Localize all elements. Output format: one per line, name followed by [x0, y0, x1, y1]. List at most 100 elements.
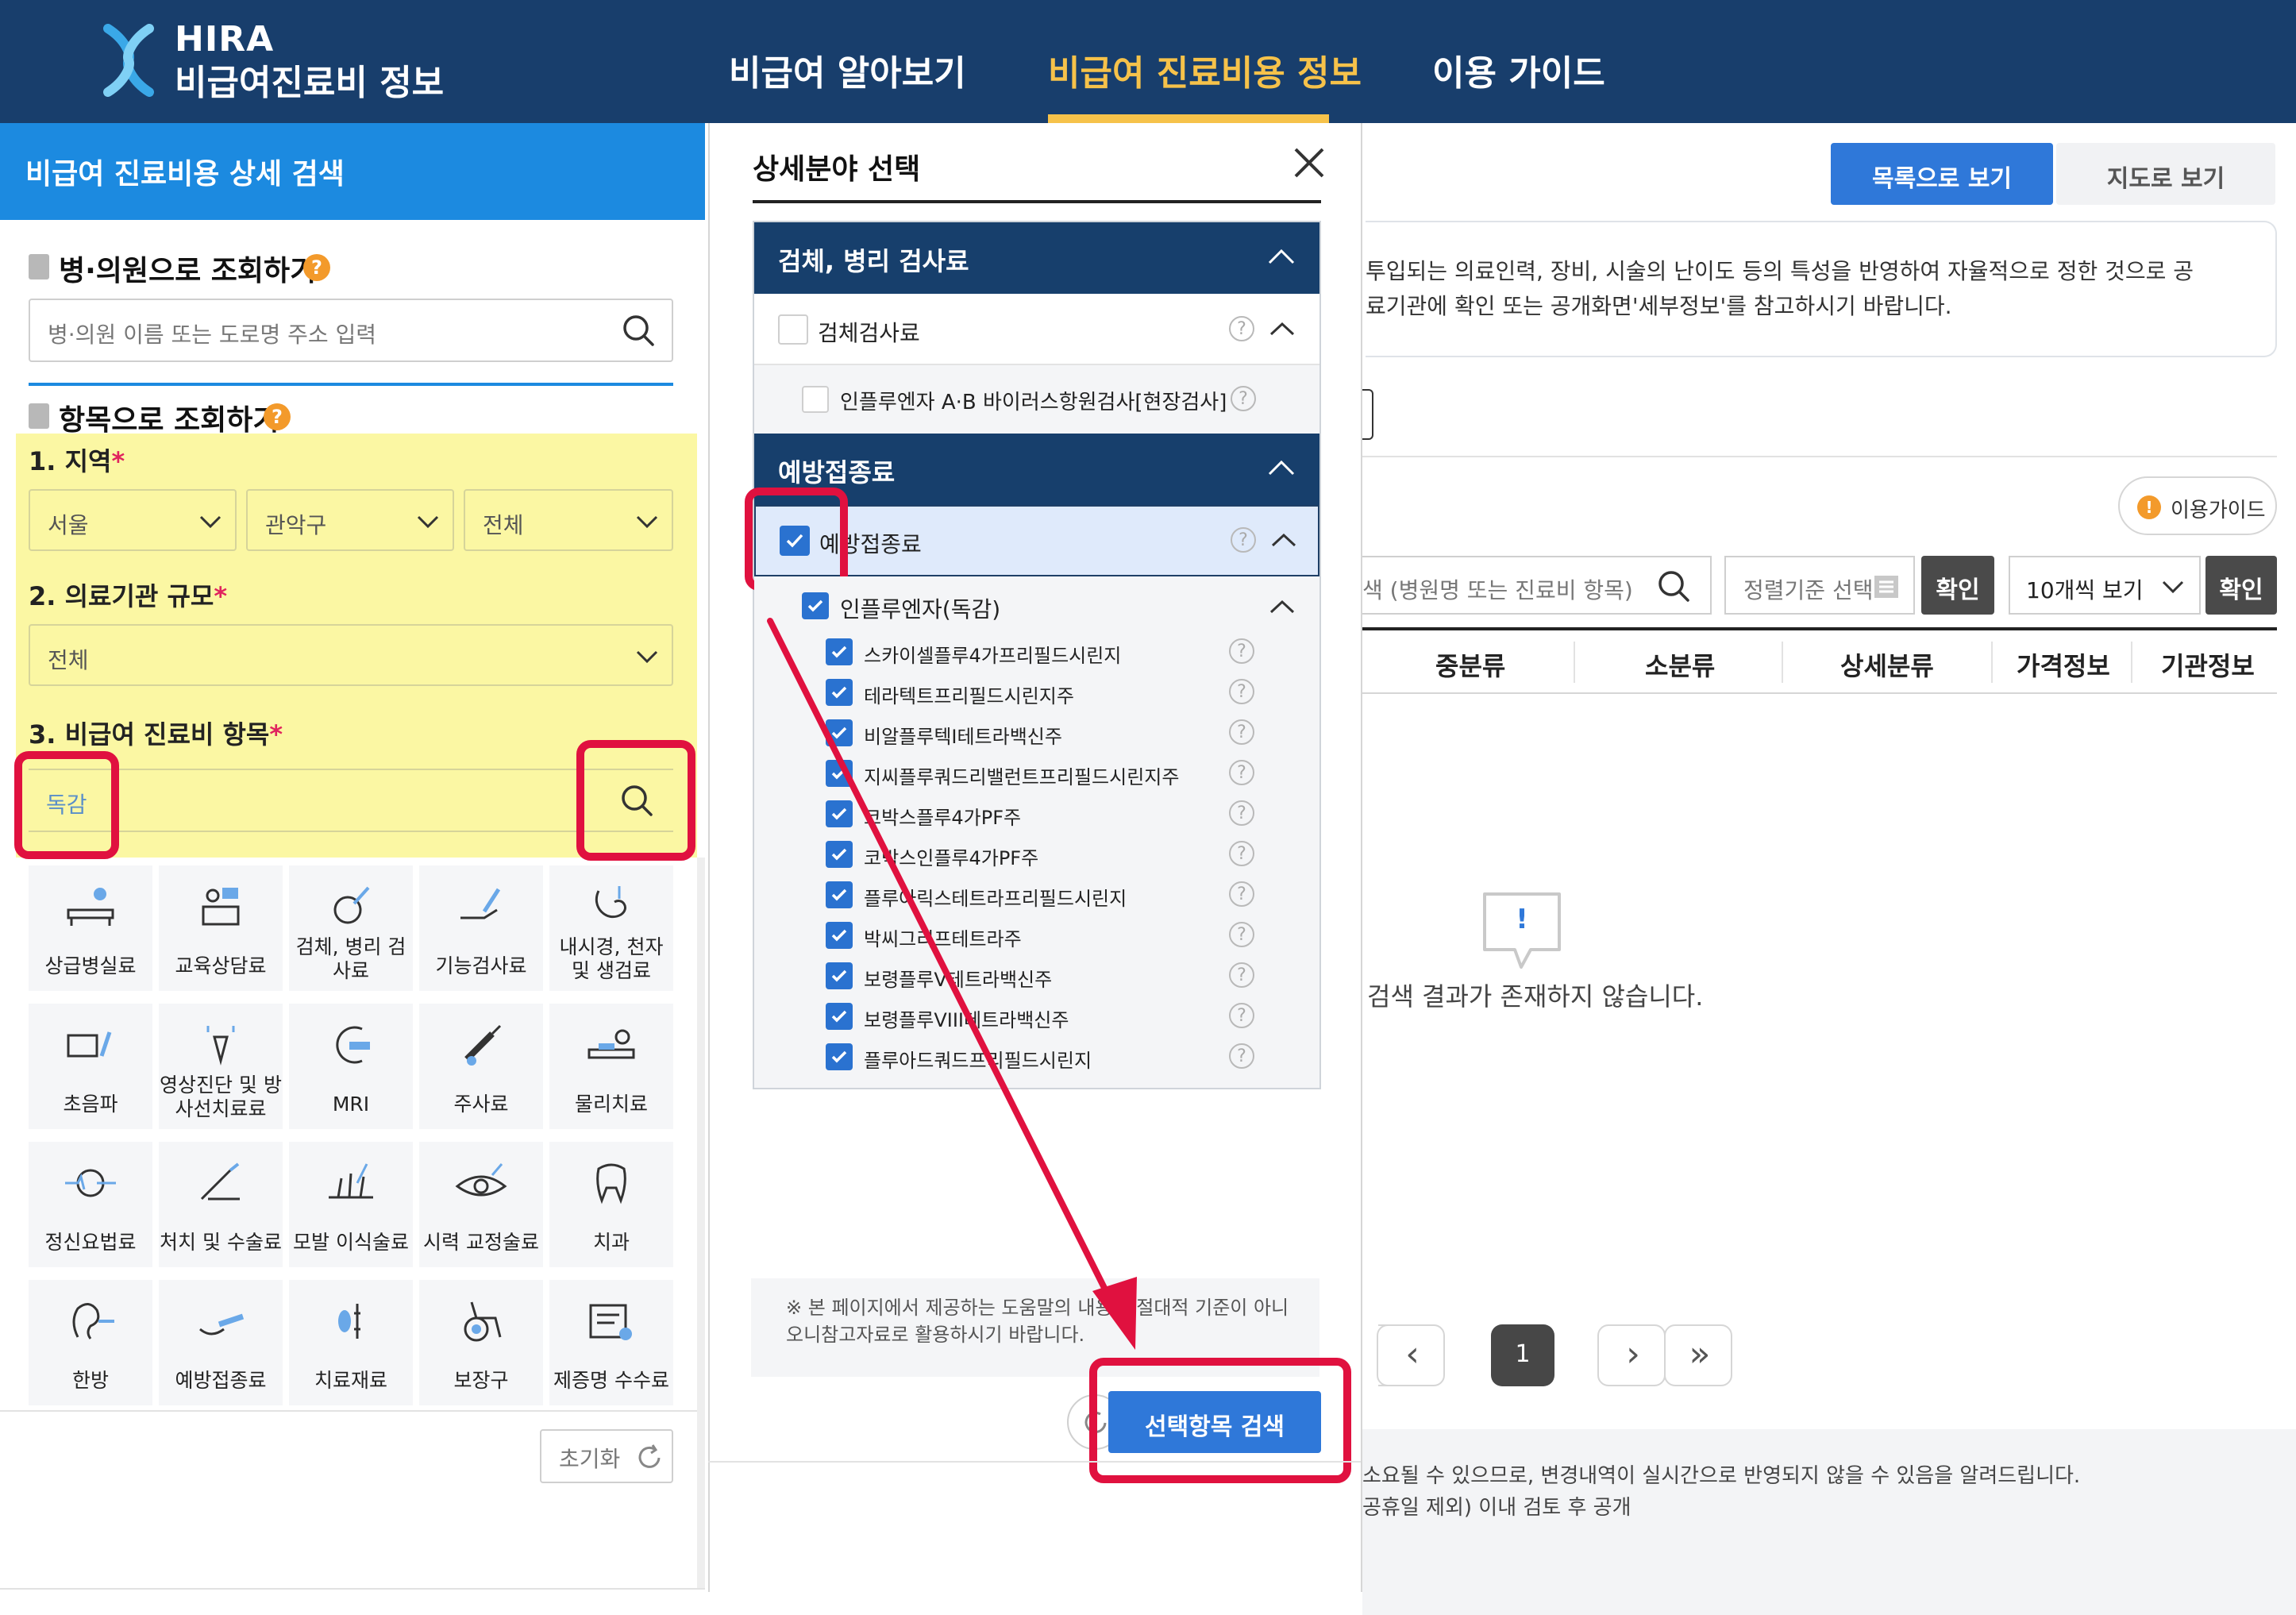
checkbox-vaccine-product[interactable]: [826, 760, 853, 787]
modal-footer-divider: [708, 1461, 1362, 1463]
help-icon[interactable]: ?: [1229, 922, 1254, 947]
category-function[interactable]: 기능검사료: [419, 865, 543, 991]
page-1-button[interactable]: 1: [1491, 1324, 1554, 1386]
hospital-search-input[interactable]: 병·의원 이름 또는 도로명 주소 입력: [29, 299, 673, 362]
help-icon[interactable]: ?: [1229, 719, 1254, 745]
category-ultrasound[interactable]: 초음파: [29, 1004, 152, 1129]
nav-usage-guide[interactable]: 이용 가이드: [1432, 44, 1605, 95]
category-eye[interactable]: 시력 교정술료: [419, 1142, 543, 1267]
checkbox-vaccine-product[interactable]: [826, 800, 853, 827]
search-icon[interactable]: [1656, 569, 1691, 603]
category-psycho[interactable]: 정신요법료: [29, 1142, 152, 1267]
logo-text-title[interactable]: 비급여진료비 정보: [175, 54, 444, 105]
help-icon[interactable]: ?: [1229, 760, 1254, 785]
next-page-button[interactable]: ›: [1597, 1324, 1666, 1386]
view-list-button[interactable]: 목록으로 보기: [1831, 143, 2053, 205]
vaccine-child-row[interactable]: 플루아드쿼드프리필드시린지?: [754, 1039, 1319, 1075]
vaccine-child-row[interactable]: 플루아릭스테트라프리필드시린지?: [754, 877, 1319, 913]
category-endoscope[interactable]: 내시경, 천자 및 생검료: [549, 865, 673, 991]
checkbox-vaccine-product[interactable]: [826, 1043, 853, 1070]
vaccine-child-row[interactable]: 보령플루VIII테트라백신주?: [754, 998, 1319, 1035]
help-icon[interactable]: ?: [1229, 841, 1254, 866]
chevron-up-icon[interactable]: [1270, 532, 1297, 548]
help-icon[interactable]: ?: [1229, 638, 1254, 664]
help-icon[interactable]: ?: [1229, 881, 1254, 907]
help-icon[interactable]: ?: [1229, 1043, 1254, 1069]
region-district-select[interactable]: 관악구: [246, 489, 454, 551]
sort-confirm-button[interactable]: 확인: [1921, 556, 1994, 615]
help-icon[interactable]: ?: [1229, 1003, 1254, 1028]
sort-select[interactable]: 정렬기준 선택: [1724, 556, 1915, 615]
checkbox-vaccine-product[interactable]: [826, 881, 853, 908]
vaccine-child-row[interactable]: 박씨그리프테트라주?: [754, 917, 1319, 954]
help-icon[interactable]: ?: [1231, 386, 1256, 411]
category-oriental[interactable]: 한방: [29, 1280, 152, 1405]
checkbox-vaccine-product[interactable]: [826, 922, 853, 949]
category-room[interactable]: 상급병실료: [29, 865, 152, 991]
info-notice-box: 투입되는 의료인력, 장비, 시술의 난이도 등의 특성을 반영하여 자율적으로…: [1366, 221, 2277, 357]
page-size-confirm-button[interactable]: 확인: [2205, 556, 2277, 615]
checkbox-specimen[interactable]: [778, 314, 808, 345]
vaccine-parent-row[interactable]: 인플루엔자(독감): [754, 588, 1319, 627]
facility-scale-select[interactable]: 전체: [29, 624, 673, 686]
chevron-up-icon[interactable]: [1269, 599, 1296, 615]
help-icon[interactable]: ?: [1231, 527, 1256, 553]
checkbox-vaccine-product[interactable]: [826, 679, 853, 706]
nav-noncovered-info[interactable]: 비급여 알아보기: [729, 44, 966, 95]
checkbox-influenza[interactable]: [802, 592, 829, 619]
usage-guide-button[interactable]: ! 이용가이드: [2118, 476, 2277, 535]
vaccine-child-row[interactable]: 스카이셀플루4가프리필드시린지?: [754, 634, 1319, 670]
search-icon[interactable]: [621, 313, 656, 348]
checkbox-vaccine-product[interactable]: [826, 719, 853, 746]
prev-page-button[interactable]: ‹: [1377, 1324, 1445, 1386]
checkbox-vaccine-product[interactable]: [826, 962, 853, 989]
category-injection[interactable]: 주사료: [419, 1004, 543, 1129]
vaccine-child-row[interactable]: 비알플루텍I테트라백신주?: [754, 715, 1319, 751]
detail-row[interactable]: 인플루엔자 A·B 바이러스항원검사[현장검사] ?: [754, 365, 1319, 434]
category-vaccine[interactable]: 예방접종료: [159, 1280, 283, 1405]
category-consult[interactable]: 교육상담료: [159, 865, 283, 991]
category-surgery[interactable]: 처치 및 수술료: [159, 1142, 283, 1267]
right-divider: [1362, 456, 2277, 457]
nav-noncovered-cost[interactable]: 비급여 진료비용 정보: [1048, 44, 1362, 95]
category-radiology[interactable]: 영상진단 및 방사선치료료: [159, 1004, 283, 1129]
region-dong-select[interactable]: 전체: [464, 489, 673, 551]
category-certificate[interactable]: 제증명 수수료: [549, 1280, 673, 1405]
category-assistive[interactable]: 보장구: [419, 1280, 543, 1405]
help-icon[interactable]: ?: [1229, 316, 1254, 341]
subcategory-row[interactable]: 검체검사료 ?: [754, 294, 1319, 365]
left-scrollbar[interactable]: [697, 858, 705, 1588]
vaccine-child-row[interactable]: 보령플루V테트라백신주?: [754, 958, 1319, 994]
vaccine-child-row[interactable]: 코박스플루4가PF주?: [754, 796, 1319, 832]
close-icon[interactable]: [1289, 143, 1329, 183]
category-header-specimen[interactable]: 검체, 병리 검사료: [754, 222, 1319, 294]
vaccine-child-row[interactable]: 테라텍트프리필드시린지주?: [754, 674, 1319, 711]
chevron-up-icon[interactable]: [1267, 248, 1296, 265]
keyword-search-input[interactable]: 색 (병원명 또는 진료비 항목): [1362, 556, 1712, 615]
last-page-button[interactable]: »: [1664, 1324, 1732, 1386]
help-icon[interactable]: ?: [303, 254, 330, 281]
hira-logo-icon: [103, 24, 154, 97]
checkbox-influenza-test[interactable]: [802, 386, 829, 413]
checkbox-vaccine-product[interactable]: [826, 841, 853, 868]
page-size-select[interactable]: 10개씩 보기: [2009, 556, 2201, 615]
vaccine-child-row[interactable]: 코박스인플루4가PF주?: [754, 836, 1319, 873]
chevron-up-icon[interactable]: [1267, 459, 1296, 476]
checkbox-vaccine-product[interactable]: [826, 638, 853, 665]
help-icon[interactable]: ?: [1229, 679, 1254, 704]
category-physio[interactable]: 물리치료: [549, 1004, 673, 1129]
checkbox-vaccine-product[interactable]: [826, 1003, 853, 1030]
help-icon[interactable]: ?: [1229, 962, 1254, 988]
category-dental[interactable]: 치과: [549, 1142, 673, 1267]
category-mri[interactable]: MRI: [289, 1004, 413, 1129]
help-icon[interactable]: ?: [264, 403, 291, 430]
category-specimen[interactable]: 검체, 병리 검사료: [289, 865, 413, 991]
view-map-button[interactable]: 지도로 보기: [2056, 143, 2275, 205]
vaccine-child-row[interactable]: 지씨플루쿼드리밸런트프리필드시린지주?: [754, 755, 1319, 792]
category-hair[interactable]: 모발 이식술료: [289, 1142, 413, 1267]
region-city-select[interactable]: 서울: [29, 489, 237, 551]
help-icon[interactable]: ?: [1229, 800, 1254, 826]
reset-button[interactable]: 초기화: [540, 1429, 673, 1483]
chevron-up-icon[interactable]: [1269, 321, 1296, 337]
category-material[interactable]: 치료재료: [289, 1280, 413, 1405]
